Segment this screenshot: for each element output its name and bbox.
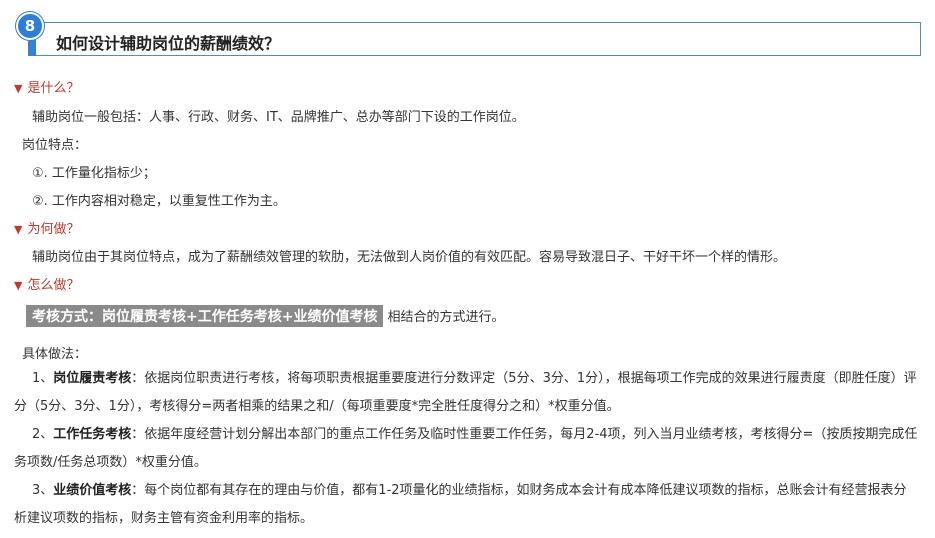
- triangle-down-icon: ▼: [14, 82, 23, 95]
- method-suffix: 相结合的方式进行。: [387, 310, 505, 325]
- list-item: 3、业绩价值考核：每个岗位都有其存在的理由与价值，都有1-2项量化的业绩指标，如…: [14, 477, 919, 533]
- item-text: ：依据年度经营计划分解出本部门的重点工作任务及临时性重要工作任务，每月2-4项，…: [14, 427, 918, 470]
- page-title: 如何设计辅助岗位的薪酬绩效？: [56, 34, 281, 53]
- item-text: ：每个岗位都有其存在的理由与价值，都有1-2项量化的业绩指标，如财务成本会计有成…: [14, 483, 907, 526]
- feature-1: ①. 工作量化指标少；: [32, 166, 156, 181]
- method-label: 具体做法：: [22, 347, 88, 362]
- section-number-badge: 8: [16, 12, 44, 40]
- item-prefix: 2、: [32, 427, 54, 442]
- item-name: 岗位履责考核: [53, 371, 132, 386]
- triangle-down-icon: ▼: [14, 279, 23, 292]
- item-prefix: 3、: [32, 483, 54, 498]
- item-name: 业绩价值考核: [53, 483, 132, 498]
- list-item: 2、工作任务考核：依据年度经营计划分解出本部门的重点工作任务及临时性重要工作任务…: [14, 421, 919, 477]
- method-highlight: 考核方式：岗位履责考核+工作任务考核+业绩价值考核: [26, 305, 384, 327]
- item-text: ：依据岗位职责进行考核，将每项职责根据重要度进行分数评定（5分、3分、1分），根…: [14, 371, 917, 414]
- section-how-heading: ▼ 怎么做？: [14, 274, 79, 293]
- section-why-label: 为何做？: [27, 222, 80, 237]
- why-text: 辅助岗位由于其岗位特点，成为了薪酬绩效管理的软肋，无法做到人岗价值的有效匹配。容…: [32, 250, 787, 265]
- how-method-line: 考核方式：岗位履责考核+工作任务考核+业绩价值考核 相结合的方式进行。: [26, 305, 504, 327]
- section-what-label: 是什么？: [27, 81, 80, 96]
- section-what-heading: ▼ 是什么？: [14, 77, 79, 96]
- feature-2: ②. 工作内容相对稳定，以重复性工作为主。: [32, 194, 286, 209]
- what-intro: 辅助岗位一般包括：人事、行政、财务、IT、品牌推广、总办等部门下设的工作岗位。: [32, 110, 525, 125]
- item-name: 工作任务考核: [53, 427, 132, 442]
- section-why-heading: ▼ 为何做？: [14, 218, 79, 237]
- features-label: 岗位特点：: [22, 138, 88, 153]
- section-how-label: 怎么做？: [27, 278, 80, 293]
- triangle-down-icon: ▼: [14, 223, 23, 236]
- item-prefix: 1、: [32, 371, 54, 386]
- list-item: 1、岗位履责考核：依据岗位职责进行考核，将每项职责根据重要度进行分数评定（5分、…: [14, 365, 919, 421]
